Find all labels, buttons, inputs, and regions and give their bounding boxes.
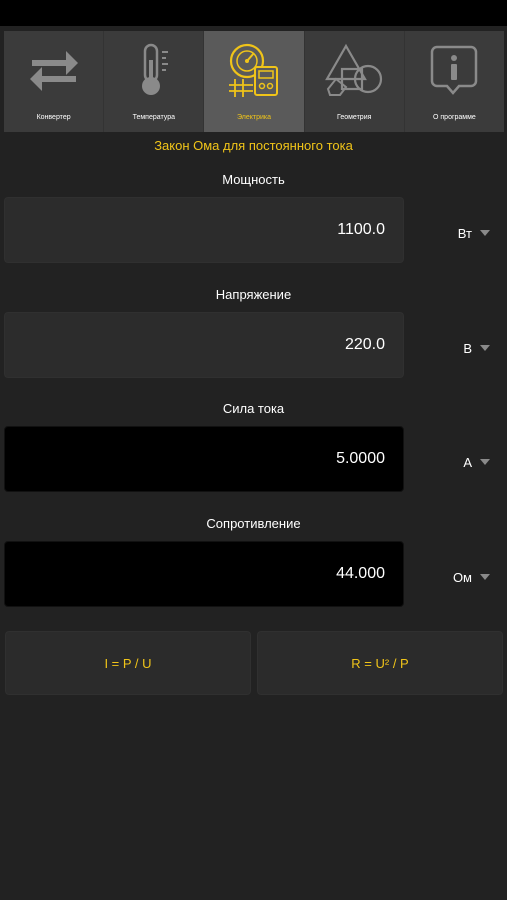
resistance-unit-select[interactable]: Ом bbox=[420, 565, 500, 589]
info-icon bbox=[423, 39, 485, 101]
voltage-field[interactable]: 220.0 bbox=[4, 312, 404, 378]
formula-current-button[interactable]: I = P / U bbox=[5, 631, 251, 695]
tab-converter[interactable]: Конвертер bbox=[4, 31, 105, 132]
chevron-down-icon bbox=[480, 459, 490, 465]
power-unit-select[interactable]: Вт bbox=[420, 221, 500, 245]
tab-label: О программе bbox=[433, 114, 476, 121]
resistance-field[interactable]: 44.000 bbox=[4, 541, 404, 607]
voltage-unit-select[interactable]: В bbox=[420, 336, 500, 360]
tab-geometry[interactable]: Геометрия bbox=[304, 31, 405, 132]
chevron-down-icon bbox=[480, 345, 490, 351]
tab-temperature[interactable]: Температура bbox=[104, 31, 205, 132]
power-field[interactable]: 1100.0 bbox=[4, 197, 404, 263]
resistance-unit-label: Ом bbox=[452, 569, 472, 585]
status-bar bbox=[0, 0, 507, 26]
current-field[interactable]: 5.0000 bbox=[4, 426, 404, 492]
tab-about[interactable]: О программе bbox=[404, 31, 505, 132]
tab-label: Электрика bbox=[236, 114, 272, 121]
power-label: Мощность bbox=[222, 172, 285, 187]
power-unit-label: Вт bbox=[457, 225, 472, 241]
voltage-label: Напряжение bbox=[215, 287, 292, 302]
tab-bar: Конвертер Температура Электрика Геометри… bbox=[4, 31, 505, 132]
thermometer-icon bbox=[123, 39, 185, 101]
formula-resistance-button[interactable]: R = U² / P bbox=[257, 631, 503, 695]
tab-label: Конвертер bbox=[36, 114, 71, 121]
resistance-label: Сопротивление bbox=[206, 516, 301, 531]
arrows-swap-icon bbox=[23, 39, 85, 101]
section-title: Закон Ома для постоянного тока bbox=[154, 138, 353, 153]
electrics-meter-icon bbox=[223, 39, 285, 101]
current-label: Сила тока bbox=[222, 401, 285, 416]
tab-electrics[interactable]: Электрика bbox=[204, 31, 305, 132]
chevron-down-icon bbox=[480, 574, 490, 580]
voltage-unit-label: В bbox=[463, 340, 472, 356]
current-unit-label: А bbox=[463, 454, 472, 470]
current-unit-select[interactable]: А bbox=[420, 450, 500, 474]
chevron-down-icon bbox=[480, 230, 490, 236]
tab-label: Температура bbox=[132, 114, 175, 121]
shapes-icon bbox=[323, 39, 385, 101]
tab-label: Геометрия bbox=[337, 114, 372, 121]
